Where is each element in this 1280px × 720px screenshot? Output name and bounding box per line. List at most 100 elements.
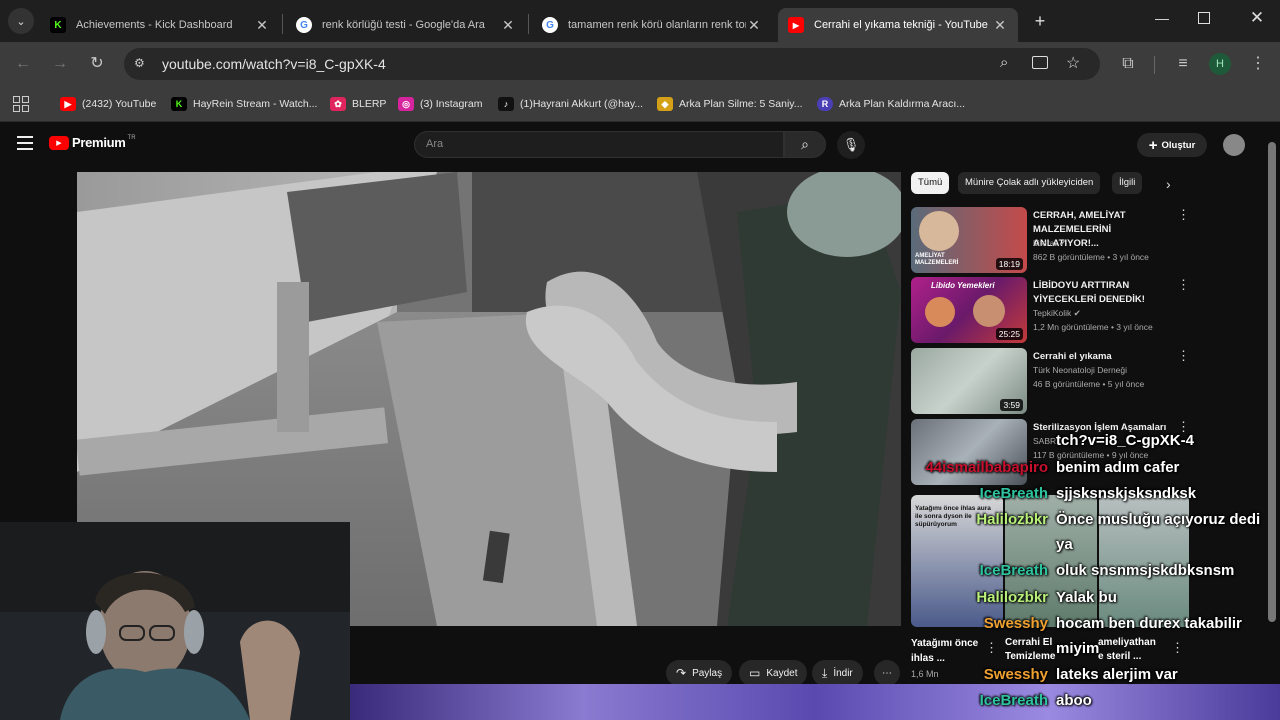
recommendation-item[interactable]: 3:59 Cerrahi el yıkama Türk Neonatoloji … <box>911 348 1191 414</box>
stream-background-strip <box>350 684 1280 720</box>
tab-search-button[interactable]: ⌄ <box>8 8 34 34</box>
window-close-icon[interactable]: ✕ <box>1246 8 1268 30</box>
new-tab-button[interactable]: + <box>1028 9 1052 33</box>
reload-icon[interactable]: ↻ <box>85 52 109 76</box>
short-title: ameliyathan e steril ... <box>1098 637 1156 662</box>
close-icon[interactable]: ✕ <box>992 17 1008 34</box>
page-scrollbar[interactable] <box>1268 142 1276 622</box>
share-button[interactable]: ↷ Paylaş <box>666 660 733 686</box>
chat-username: IceBreath <box>979 692 1048 709</box>
bookmark-label: BLERP <box>352 98 387 110</box>
short-title: Yatağımı önce ihlas ... <box>911 638 979 664</box>
recommendation-item[interactable]: AMELİYAT MALZEMELERİ 18:19 CERRAH, AMELİ… <box>911 207 1191 273</box>
remove-bg-icon: ◆ <box>657 97 673 111</box>
tab-divider <box>282 14 283 34</box>
chat-message-text: Yalak bu <box>1056 589 1117 606</box>
search-button[interactable]: ⌕ <box>784 131 826 158</box>
chat-username: Swesshy <box>983 615 1048 632</box>
tab-title: Cerrahi el yıkama tekniği - YouTube <box>814 19 988 31</box>
bookmark-hayrein-stream[interactable]: K HayRein Stream - Watch... <box>171 95 317 113</box>
bookmark-label: Arka Plan Kaldırma Aracı... <box>839 98 966 110</box>
bookmark-youtube[interactable]: ▶ (2432) YouTube <box>60 95 156 113</box>
create-button[interactable]: + Oluştur <box>1137 133 1207 157</box>
chip-all[interactable]: Tümü <box>911 172 950 194</box>
channel-name: Literat ✔ <box>1033 238 1067 248</box>
bookmark-label: (3) Instagram <box>420 98 483 110</box>
video-thumbnail: AMELİYAT MALZEMELERİ 18:19 <box>911 207 1027 273</box>
chat-message-text: ya <box>1056 536 1073 553</box>
more-vertical-icon[interactable]: ⋮ <box>1177 348 1190 364</box>
youtube-header: ▶ Premium TR Ara ⌕ 🎙 + Oluştur <box>0 122 1280 166</box>
tab-google-search-1[interactable]: G renk körlüğü testi - Google'da Ara ✕ <box>286 8 526 42</box>
download-icon: ⤓ <box>822 665 828 680</box>
more-actions-button[interactable]: ⋯ <box>874 660 900 686</box>
more-vertical-icon[interactable]: ⋮ <box>1171 640 1184 656</box>
search-placeholder: Ara <box>426 138 444 150</box>
chip-related[interactable]: İlgili <box>1112 172 1143 194</box>
chevron-right-icon[interactable]: › <box>1166 176 1171 192</box>
duration-badge: 3:59 <box>1000 399 1023 411</box>
share-label: Paylaş <box>692 667 723 679</box>
bookmark-label: (1)Hayrani Akkurt (@hay... <box>520 98 644 110</box>
account-avatar[interactable] <box>1223 134 1245 156</box>
browser-toolbar: ← → ↻ ⚙ youtube.com/watch?v=i8_C-gpXK-4 … <box>0 42 1280 86</box>
video-thumbnail: Libido Yemekleri 25:25 <box>911 277 1027 343</box>
chat-message-text: benim adım cafer <box>1056 459 1180 476</box>
tab-google-search-2[interactable]: G tamamen renk körü olanların renk tonla… <box>532 8 772 42</box>
bookmark-instagram[interactable]: ◎ (3) Instagram <box>398 95 482 113</box>
forward-arrow-icon[interactable]: → <box>48 52 72 76</box>
back-arrow-icon[interactable]: ← <box>11 52 35 76</box>
bookmark-tiktok[interactable]: ♪ (1)Hayrani Akkurt (@hay... <box>498 95 643 113</box>
recommendation-item[interactable]: Libido Yemekleri 25:25 LİBİDOYU ARTTIRAN… <box>911 277 1191 343</box>
save-button[interactable]: ▭ Kaydet <box>739 660 808 686</box>
hamburger-menu-icon[interactable] <box>17 136 33 150</box>
minimize-icon[interactable]: — <box>1150 10 1174 30</box>
tiktok-icon: ♪ <box>498 97 514 111</box>
zoom-icon[interactable]: ⌕ <box>1000 54 1008 71</box>
close-icon[interactable]: ✕ <box>500 17 516 34</box>
install-app-icon[interactable] <box>1032 56 1048 69</box>
verified-icon: ✔ <box>1073 308 1081 318</box>
restore-icon[interactable] <box>1198 12 1210 24</box>
bookmark-star-icon[interactable]: ☆ <box>1066 53 1080 73</box>
bookmark-label: (2432) YouTube <box>82 98 157 110</box>
profile-avatar[interactable]: H <box>1209 53 1231 75</box>
voice-search-button[interactable]: 🎙 <box>837 131 865 159</box>
extensions-icon[interactable]: ⧉ <box>1116 52 1140 76</box>
microphone-icon: 🎙 <box>842 137 860 152</box>
search-input[interactable]: Ara <box>414 131 784 158</box>
bookmark-arka-plan-silme[interactable]: ◆ Arka Plan Silme: 5 Saniy... <box>657 95 803 113</box>
kick-icon: K <box>171 97 187 111</box>
close-icon[interactable]: ✕ <box>254 17 270 34</box>
plus-icon: + <box>1148 136 1158 154</box>
more-vertical-icon[interactable]: ⋮ <box>1177 277 1190 293</box>
chip-uploader[interactable]: Münire Çolak adlı yükleyiciden <box>958 172 1101 194</box>
youtube-logo[interactable]: ▶ Premium TR <box>49 135 136 150</box>
search-icon: ⌕ <box>801 136 809 152</box>
video-title: LİBİDOYU ARTTIRAN YİYECEKLERİ DENEDİK! <box>1033 280 1145 305</box>
more-vertical-icon[interactable]: ⋮ <box>1177 207 1190 223</box>
more-horizontal-icon: ⋯ <box>882 667 892 679</box>
tab-youtube-active[interactable]: ▶ Cerrahi el yıkama tekniği - YouTube ✕ <box>778 8 1018 42</box>
chat-message-text: oluk snsnmsjskdbksnsm <box>1056 562 1235 579</box>
webcam-frame <box>0 522 350 720</box>
youtube-favicon-icon: ▶ <box>788 17 804 33</box>
apps-grid-icon[interactable] <box>13 96 29 112</box>
tab-kick-dashboard[interactable]: K Achievements - Kick Dashboard ✕ <box>40 8 280 42</box>
site-info-icon[interactable]: ⚙ <box>134 56 145 70</box>
create-label: Oluştur <box>1161 139 1196 151</box>
chat-message-text: miyim <box>1056 640 1100 657</box>
bookmark-blerp[interactable]: ✿ BLERP <box>330 95 386 113</box>
browser-tab-strip: ⌄ K Achievements - Kick Dashboard ✕ G re… <box>0 0 1280 42</box>
menu-kebab-icon[interactable]: ⋮ <box>1246 52 1270 76</box>
tab-title: Achievements - Kick Dashboard <box>76 19 233 31</box>
close-icon[interactable]: ✕ <box>746 17 762 34</box>
address-bar[interactable]: ⚙ youtube.com/watch?v=i8_C-gpXK-4 ⌕ ☆ <box>124 48 1100 80</box>
media-control-icon[interactable]: ≡ <box>1171 52 1195 76</box>
bookmark-arka-plan-kaldirma[interactable]: R Arka Plan Kaldırma Aracı... <box>817 95 965 113</box>
logo-text: Premium <box>72 135 126 150</box>
more-vertical-icon[interactable]: ⋮ <box>985 640 998 656</box>
download-button[interactable]: ⤓ İndir <box>812 660 863 686</box>
download-label: İndir <box>833 667 853 679</box>
url-text: youtube.com/watch?v=i8_C-gpXK-4 <box>162 56 386 72</box>
